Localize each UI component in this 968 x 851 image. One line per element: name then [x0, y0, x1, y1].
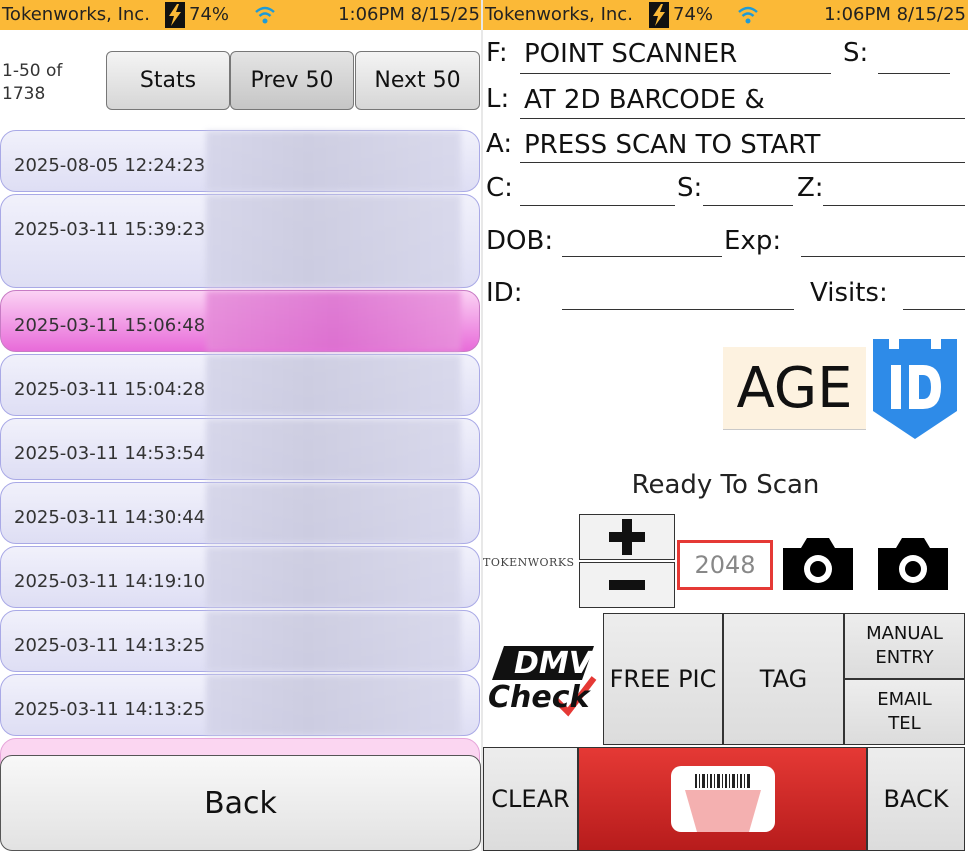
redacted-name — [206, 483, 461, 543]
list-item[interactable]: 2025-03-11 14:19:10 — [0, 546, 480, 608]
redacted-name — [206, 355, 461, 415]
status-app-title: Tokenworks, Inc. — [2, 4, 150, 25]
row-timestamp: 2025-08-05 12:24:23 — [14, 155, 206, 176]
dob-line — [562, 256, 722, 257]
zip-label: Z: — [797, 173, 824, 203]
redacted-name — [206, 291, 461, 351]
list-item-selected[interactable]: 2025-03-11 15:06:48 — [0, 290, 480, 352]
back-button[interactable]: BACK — [867, 747, 965, 851]
id-label: ID: — [486, 278, 523, 308]
barcode-scan-icon — [670, 766, 775, 832]
row-timestamp: 2025-03-11 14:13:25 — [14, 635, 206, 656]
status-bar: Tokenworks, Inc. 74% 1:06PM 8/15/25 — [0, 0, 482, 30]
row-timestamp: 2025-03-11 14:19:10 — [14, 571, 206, 592]
camera-icon[interactable] — [779, 532, 857, 594]
list-item[interactable]: 2025-03-11 14:30:44 — [0, 482, 480, 544]
minus-icon — [609, 580, 645, 590]
redacted-name — [206, 611, 461, 671]
address-label: A: — [486, 129, 513, 159]
row-timestamp: 2025-03-11 14:13:25 — [14, 699, 206, 720]
sex-label: S: — [843, 38, 869, 68]
stats-button[interactable]: Stats — [106, 51, 230, 110]
scan-button[interactable] — [578, 747, 867, 851]
status-time: 1:06PM 8/15/25 — [338, 4, 480, 25]
id-line — [562, 309, 794, 310]
age-logo-text: AGE — [723, 347, 866, 430]
row-timestamp: 2025-03-11 15:06:48 — [14, 315, 206, 336]
manual-entry-button[interactable]: MANUAL ENTRY — [844, 613, 965, 679]
scanner-pane: Tokenworks, Inc. 74% 1:06PM 8/15/25 F: P… — [483, 0, 968, 851]
zoom-value-field[interactable]: 2048 — [677, 540, 773, 590]
email-tel-button[interactable]: EMAIL TEL — [844, 679, 965, 745]
battery-percent: 74% — [673, 4, 714, 25]
address-value: PRESS SCAN TO START — [524, 130, 821, 160]
visits-label: Visits: — [810, 278, 888, 308]
exp-label: Exp: — [724, 226, 782, 256]
first-name-line — [520, 73, 831, 74]
first-name-label: F: — [486, 38, 508, 68]
exp-line — [801, 256, 965, 257]
state-line — [703, 205, 793, 206]
battery-percent: 74% — [189, 4, 230, 25]
redacted-name — [206, 195, 461, 287]
camera-icon[interactable] — [874, 532, 952, 594]
zip-line — [823, 205, 965, 206]
tokenworks-logo: TOKENWORKS — [483, 556, 575, 569]
last-name-label: L: — [486, 84, 510, 114]
visits-line — [903, 309, 965, 310]
dmv-text: DMV — [514, 646, 592, 681]
last-name-line — [520, 118, 965, 119]
dob-label: DOB: — [486, 226, 554, 256]
row-timestamp: 2025-03-11 15:04:28 — [14, 379, 206, 400]
row-timestamp: 2025-03-11 15:39:23 — [14, 219, 206, 240]
last-name-value: AT 2D BARCODE & — [524, 85, 765, 115]
list-item[interactable]: 2025-03-11 14:13:25 — [0, 610, 480, 672]
state-label: S: — [677, 173, 703, 203]
row-timestamp: 2025-03-11 14:30:44 — [14, 507, 206, 528]
status-app-title: Tokenworks, Inc. — [485, 4, 633, 25]
redacted-name — [206, 547, 461, 607]
list-item[interactable]: 2025-03-11 14:53:54 — [0, 418, 480, 480]
address-line — [520, 162, 965, 163]
next-50-button[interactable]: Next 50 — [355, 51, 480, 110]
zoom-minus-button[interactable] — [579, 562, 675, 608]
redacted-name — [206, 419, 461, 479]
wifi-icon — [254, 5, 276, 30]
city-label: C: — [486, 173, 513, 203]
ageid-shield-icon — [873, 339, 957, 439]
battery-charging-icon — [165, 2, 185, 28]
wifi-icon — [737, 5, 759, 30]
back-button[interactable]: Back — [0, 755, 481, 851]
record-count-label: 1-50 of 1738 — [2, 61, 63, 104]
city-line — [520, 205, 675, 206]
list-item[interactable]: 2025-03-11 14:13:25 — [0, 674, 480, 736]
dmv-check-logo[interactable]: DMV Check — [486, 642, 598, 718]
tag-button[interactable]: TAG — [723, 613, 844, 745]
status-bar: Tokenworks, Inc. 74% 1:06PM 8/15/25 — [483, 0, 968, 30]
redacted-name — [206, 131, 461, 191]
status-message: Ready To Scan — [631, 470, 820, 500]
plus-icon — [609, 519, 645, 555]
first-name-value: POINT SCANNER — [524, 39, 738, 69]
clear-button[interactable]: CLEAR — [483, 747, 578, 851]
redacted-name — [206, 675, 461, 735]
sex-line — [878, 73, 950, 74]
list-item[interactable]: 2025-03-11 15:04:28 — [0, 354, 480, 416]
prev-50-button[interactable]: Prev 50 — [230, 51, 354, 110]
records-pane: Tokenworks, Inc. 74% 1:06PM 8/15/25 1-50… — [0, 0, 482, 851]
battery-charging-icon — [649, 2, 669, 28]
row-timestamp: 2025-03-11 14:53:54 — [14, 443, 206, 464]
free-pic-button[interactable]: FREE PIC — [603, 613, 723, 745]
status-time: 1:06PM 8/15/25 — [824, 4, 966, 25]
barcode-scan-art — [684, 774, 761, 832]
list-item[interactable]: 2025-03-11 15:39:23 — [0, 194, 480, 288]
zoom-plus-button[interactable] — [579, 514, 675, 560]
check-text: Check — [488, 680, 590, 715]
list-item[interactable]: 2025-08-05 12:24:23 — [0, 130, 480, 192]
